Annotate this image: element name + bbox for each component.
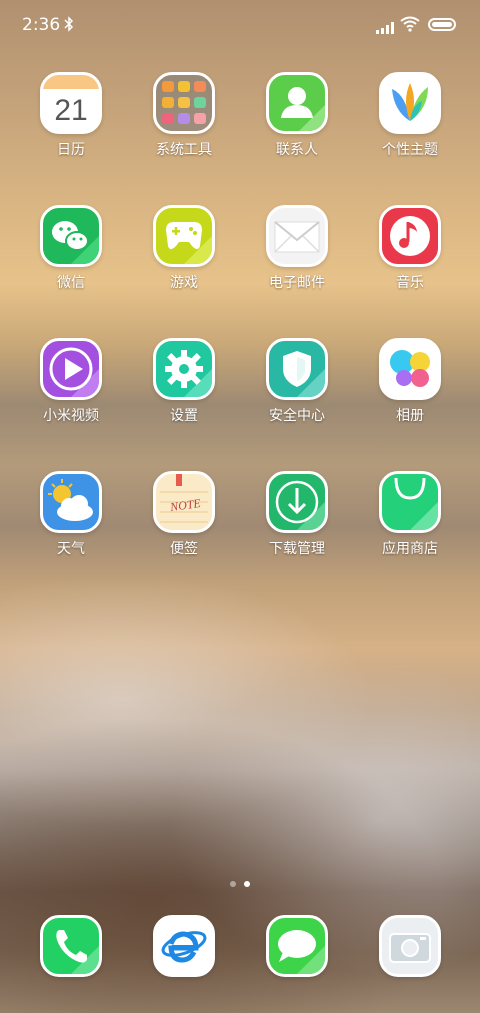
app-contacts[interactable]: 联系人: [242, 72, 352, 159]
app-label: 电子邮件: [269, 275, 325, 291]
messages-icon: [266, 915, 328, 977]
app-store[interactable]: 应用商店: [355, 471, 465, 558]
app-label: 日历: [57, 142, 85, 158]
app-label: 天气: [57, 541, 85, 557]
bluetooth-icon: [64, 16, 74, 36]
app-downloads[interactable]: 下载管理: [242, 471, 352, 558]
calendar-day: 21: [54, 94, 87, 127]
app-label: 音乐: [396, 275, 424, 291]
gamepad-icon: [153, 205, 215, 267]
phone-icon: [40, 915, 102, 977]
app-label: 联系人: [276, 142, 318, 158]
calendar-icon: 21: [40, 72, 102, 134]
app-label: 应用商店: [382, 541, 438, 557]
app-label: 相册: [396, 408, 424, 424]
app-email[interactable]: 电子邮件: [242, 205, 352, 292]
status-bar: 2:36: [0, 0, 480, 52]
app-settings[interactable]: 设置: [129, 338, 239, 425]
status-time: 2:36: [22, 15, 61, 35]
weather-icon: [40, 471, 102, 533]
app-label: 微信: [57, 275, 85, 291]
app-music[interactable]: 音乐: [355, 205, 465, 292]
app-label: 游戏: [170, 275, 198, 291]
app-label: 安全中心: [269, 408, 325, 424]
app-label: 个性主题: [382, 142, 438, 158]
app-label: 便签: [170, 541, 198, 557]
app-mi-video[interactable]: 小米视频: [16, 338, 126, 425]
wifi-icon: [400, 16, 420, 36]
gear-icon: [153, 338, 215, 400]
app-label: 小米视频: [43, 408, 99, 424]
app-label: 设置: [170, 408, 198, 424]
dock-phone[interactable]: [16, 915, 126, 977]
app-calendar[interactable]: 21 日历: [16, 72, 126, 159]
app-gallery[interactable]: 相册: [355, 338, 465, 425]
app-themes[interactable]: 个性主题: [355, 72, 465, 159]
app-games[interactable]: 游戏: [129, 205, 239, 292]
app-label: 下载管理: [269, 541, 325, 557]
dock-camera[interactable]: [355, 915, 465, 977]
wechat-icon: [40, 205, 102, 267]
dock-messages[interactable]: [242, 915, 352, 977]
app-store-bag-icon: [379, 471, 441, 533]
app-system-tools[interactable]: 系统工具: [129, 72, 239, 159]
shield-icon: [266, 338, 328, 400]
camera-icon: [379, 915, 441, 977]
browser-icon: [153, 915, 215, 977]
video-play-icon: [40, 338, 102, 400]
page-dot[interactable]: [230, 881, 236, 887]
page-dot-active[interactable]: [244, 881, 250, 887]
battery-icon: [428, 18, 456, 31]
app-wechat[interactable]: 微信: [16, 205, 126, 292]
app-notes[interactable]: NOTE 便签: [129, 471, 239, 558]
app-weather[interactable]: 天气: [16, 471, 126, 558]
notes-label: NOTE: [168, 496, 202, 514]
cell-signal-icon: [376, 19, 394, 38]
gallery-icon: [379, 338, 441, 400]
music-icon: [379, 205, 441, 267]
notes-icon: NOTE: [153, 471, 215, 533]
download-icon: [266, 471, 328, 533]
themes-icon: [379, 72, 441, 134]
page-indicator: [226, 872, 254, 887]
email-icon: [266, 205, 328, 267]
contacts-icon: [266, 72, 328, 134]
app-security[interactable]: 安全中心: [242, 338, 352, 425]
dock-browser[interactable]: [129, 915, 239, 977]
app-label: 系统工具: [156, 142, 212, 158]
system-tools-folder-icon: [153, 72, 215, 134]
